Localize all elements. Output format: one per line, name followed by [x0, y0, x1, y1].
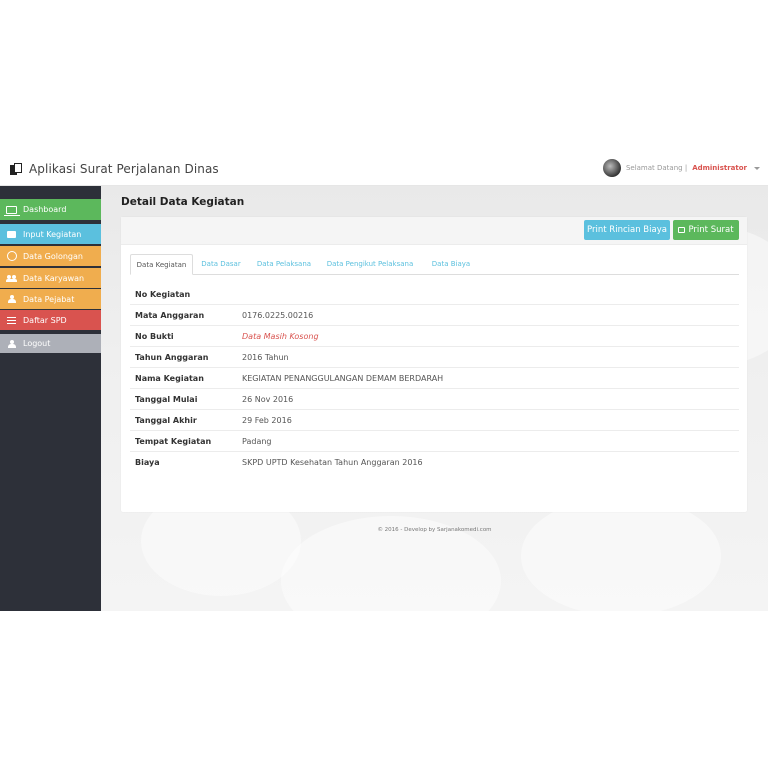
sidebar-item-label: Data Karyawan [23, 273, 85, 283]
sidebar-item-data-pejabat[interactable]: Data Pejabat [0, 289, 101, 309]
app-window: Aplikasi Surat Perjalanan Dinas Selamat … [0, 155, 768, 611]
detail-row: Tempat Kegiatan Padang [130, 431, 739, 452]
detail-label: Mata Anggaran [135, 310, 205, 320]
detail-value-empty: Data Masih Kosong [242, 331, 319, 341]
background-cloud [521, 496, 721, 611]
printer-icon [678, 227, 686, 233]
tab-data-pelaksana[interactable]: Data Pelaksana [252, 254, 316, 274]
sidebar-item-label: Data Pejabat [23, 294, 75, 304]
print-surat-button[interactable]: Print Surat [673, 220, 739, 240]
sidebar-item-dashboard[interactable]: Dashboard [0, 199, 101, 220]
page-title: Detail Data Kegiatan [121, 196, 245, 208]
sidebar-item-label: Logout [23, 339, 51, 348]
detail-value: 26 Nov 2016 [242, 394, 294, 404]
detail-panel: Print Rincian Biaya Print Surat Data Keg… [121, 217, 747, 512]
user-icon [6, 295, 17, 304]
detail-label: Tempat Kegiatan [135, 436, 212, 446]
detail-label: Tanggal Mulai [135, 394, 198, 404]
laptop-icon [4, 205, 20, 216]
print-rincian-biaya-button[interactable]: Print Rincian Biaya [584, 220, 670, 240]
book-icon [6, 230, 17, 239]
detail-value: KEGIATAN PENANGGULANGAN DEMAM BERDARAH [242, 373, 444, 383]
circle-icon [6, 251, 17, 261]
users-icon [5, 274, 17, 283]
detail-label: No Kegiatan [135, 289, 191, 299]
tab-data-biaya[interactable]: Data Biaya [425, 254, 477, 274]
caret-down-icon [754, 166, 760, 170]
detail-row: No Kegiatan [130, 284, 739, 305]
detail-row: Nama Kegiatan KEGIATAN PENANGGULANGAN DE… [130, 368, 739, 389]
tab-data-dasar[interactable]: Data Dasar [197, 254, 245, 274]
brand[interactable]: Aplikasi Surat Perjalanan Dinas [10, 162, 219, 176]
detail-label: Tanggal Akhir [135, 415, 197, 425]
print-surat-label: Print Surat [688, 225, 734, 235]
sidebar-item-data-karyawan[interactable]: Data Karyawan [0, 268, 101, 288]
list-icon [6, 316, 17, 325]
sidebar-item-daftar-spd[interactable]: Daftar SPD [0, 310, 101, 330]
detail-row: Biaya SKPD UPTD Kesehatan Tahun Anggaran… [130, 452, 739, 473]
tab-bar: Data Kegiatan Data Dasar Data Pelaksana … [130, 254, 739, 275]
sidebar-item-logout[interactable]: Logout [0, 334, 101, 353]
sidebar: Dashboard Input Kegiatan Data Golongan D… [0, 186, 101, 611]
tab-data-pengikut-pelaksana[interactable]: Data Pengikut Pelaksana [322, 254, 418, 274]
app-title: Aplikasi Surat Perjalanan Dinas [29, 162, 219, 176]
detail-label: Biaya [135, 458, 160, 467]
user-menu[interactable]: Selamat Datang | Administrator [602, 159, 760, 177]
sidebar-item-label: Dashboard [23, 205, 67, 214]
sidebar-item-label: Data Golongan [23, 251, 83, 261]
detail-label: Nama Kegiatan [135, 373, 204, 383]
sidebar-item-label: Input Kegiatan [23, 229, 82, 239]
detail-value: Padang [242, 436, 272, 446]
user-icon [6, 339, 17, 348]
avatar [602, 159, 621, 177]
detail-value: 29 Feb 2016 [242, 415, 292, 425]
detail-value: SKPD UPTD Kesehatan Tahun Anggaran 2016 [242, 458, 423, 467]
sidebar-item-data-golongan[interactable]: Data Golongan [0, 246, 101, 266]
detail-label: No Bukti [135, 331, 174, 341]
detail-row: Tahun Anggaran 2016 Tahun [130, 347, 739, 368]
footer-text: © 2016 - Develop by Sarjanakomedi.com [377, 527, 492, 533]
main-content: Detail Data Kegiatan Print Rincian Biaya… [101, 186, 768, 611]
detail-value: 0176.0225.00216 [242, 310, 314, 320]
greeting-text: Selamat Datang | [625, 164, 688, 172]
user-name: Administrator [692, 164, 747, 172]
sidebar-item-input-kegiatan[interactable]: Input Kegiatan [0, 224, 101, 244]
detail-row: No Bukti Data Masih Kosong [130, 326, 739, 347]
panel-toolbar: Print Rincian Biaya Print Surat [121, 217, 747, 245]
detail-row: Tanggal Mulai 26 Nov 2016 [130, 389, 739, 410]
tab-data-kegiatan[interactable]: Data Kegiatan [130, 254, 193, 275]
sidebar-item-label: Daftar SPD [23, 315, 67, 325]
detail-row: Mata Anggaran 0176.0225.00216 [130, 305, 739, 326]
detail-value: 2016 Tahun [242, 352, 289, 362]
detail-row: Tanggal Akhir 29 Feb 2016 [130, 410, 739, 431]
detail-label: Tahun Anggaran [135, 352, 209, 362]
document-copy-icon [10, 163, 22, 175]
top-navbar: Aplikasi Surat Perjalanan Dinas Selamat … [0, 155, 768, 186]
